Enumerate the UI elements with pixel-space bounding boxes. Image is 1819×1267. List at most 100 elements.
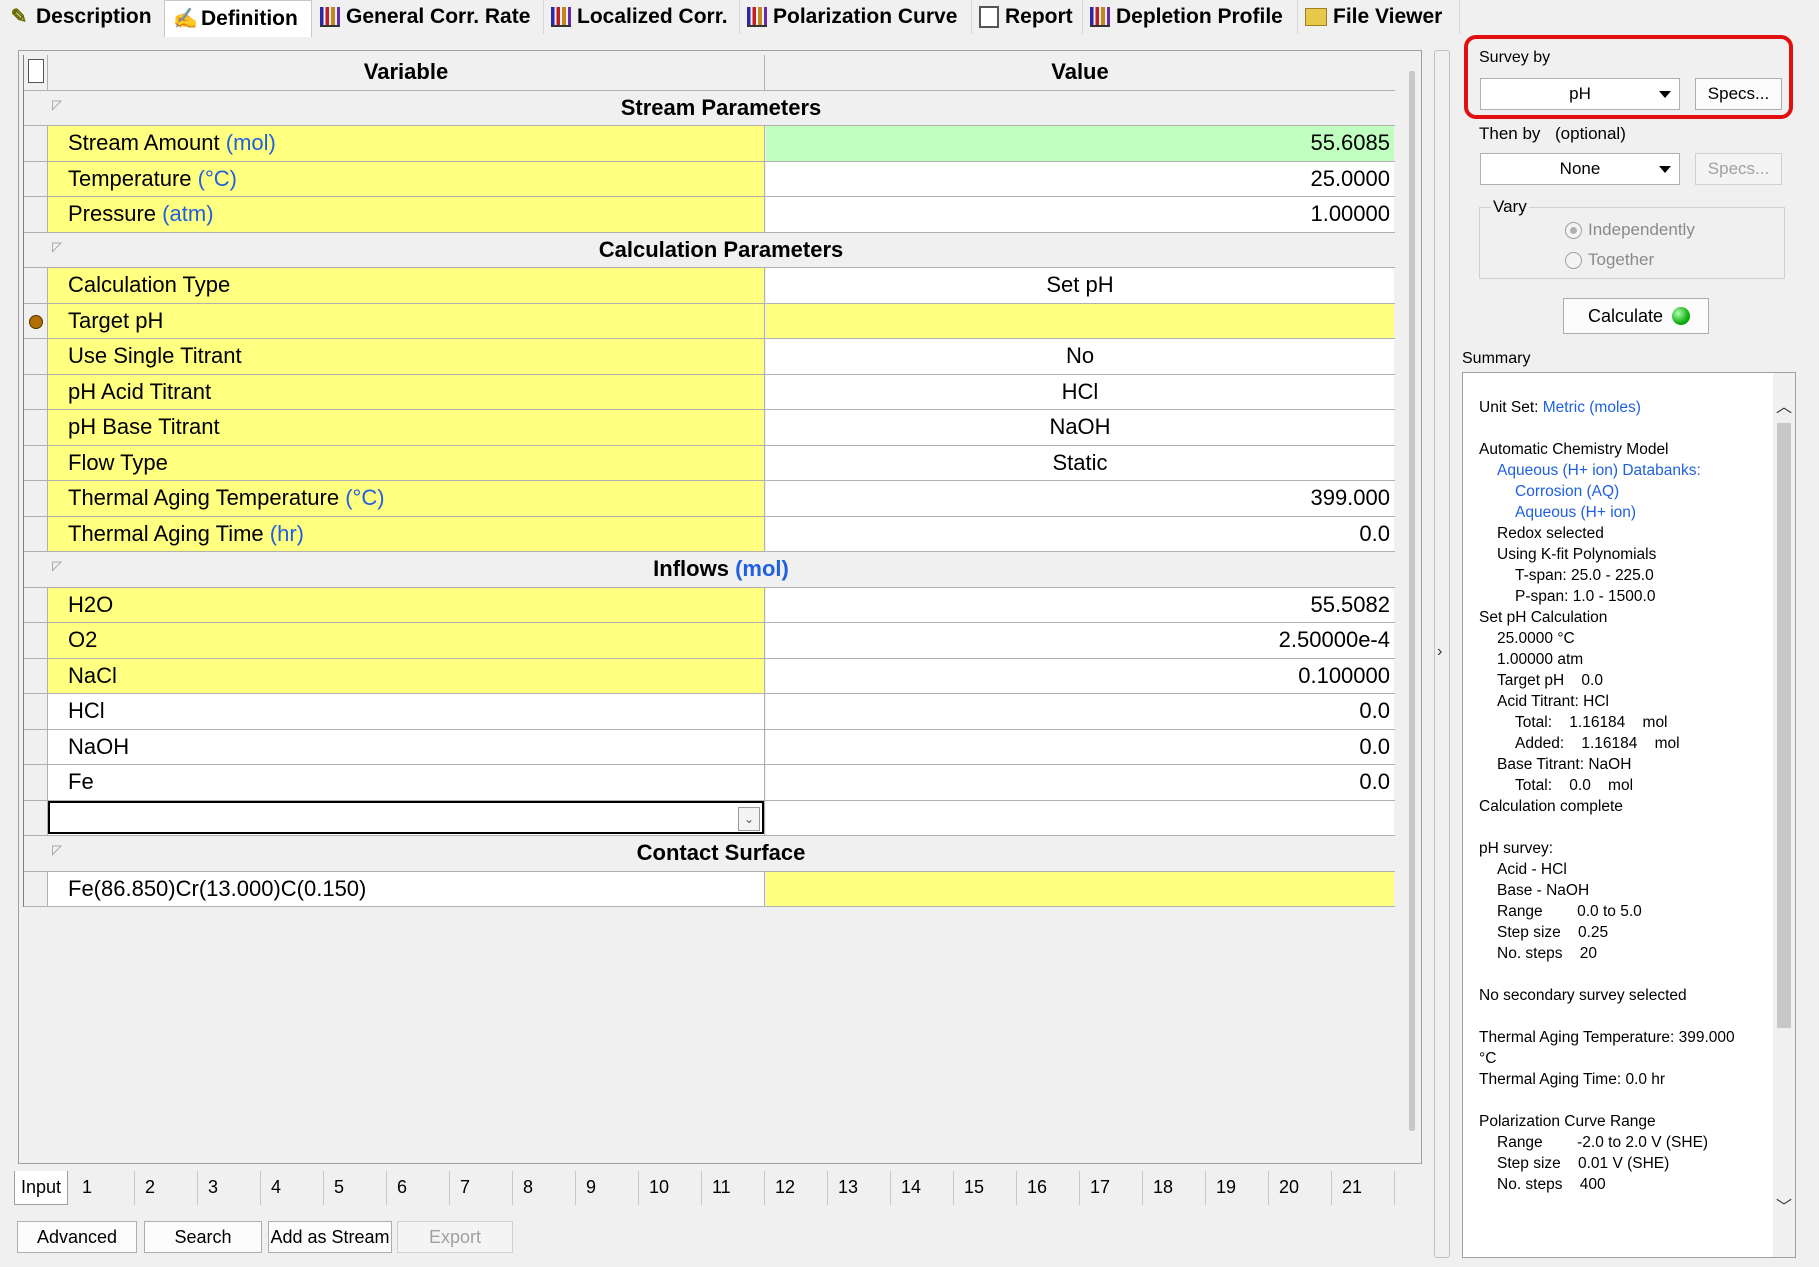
tab-general-corr-rate[interactable]: General Corr. Rate bbox=[312, 0, 544, 34]
row-selector[interactable] bbox=[24, 765, 48, 800]
row-selector[interactable] bbox=[24, 445, 48, 480]
subtab-7[interactable]: 7 bbox=[450, 1171, 513, 1205]
grid-row-fe[interactable]: Fe 0.0 bbox=[24, 765, 1395, 801]
subtab-11[interactable]: 11 bbox=[702, 1171, 765, 1205]
subtab-input[interactable]: Input bbox=[14, 1171, 68, 1205]
then-by-select[interactable]: None bbox=[1480, 153, 1680, 185]
subtab-1[interactable]: 1 bbox=[72, 1171, 135, 1205]
independently-radio[interactable] bbox=[1565, 222, 1582, 239]
tab-depletion-profile[interactable]: Depletion Profile bbox=[1082, 0, 1298, 34]
then-by-specs-button[interactable]: Specs... bbox=[1695, 153, 1782, 185]
chevron-right-icon[interactable]: › bbox=[1437, 643, 1442, 661]
grid-row-thermal-aging-time[interactable]: Thermal Aging Time (hr) 0.0 bbox=[24, 516, 1395, 552]
row-selector[interactable] bbox=[24, 587, 48, 622]
subtab-9[interactable]: 9 bbox=[576, 1171, 639, 1205]
subtab-17[interactable]: 17 bbox=[1080, 1171, 1143, 1205]
value-cell[interactable] bbox=[766, 303, 1394, 338]
value-cell[interactable] bbox=[766, 800, 1394, 835]
subtab-12[interactable]: 12 bbox=[765, 1171, 828, 1205]
tab-polarization-curve[interactable]: Polarization Curve bbox=[739, 0, 972, 34]
survey-by-select[interactable]: pH bbox=[1480, 78, 1680, 110]
row-selector[interactable] bbox=[24, 268, 48, 303]
add-as-stream-button[interactable]: Add as Stream bbox=[268, 1221, 392, 1253]
row-selector[interactable] bbox=[24, 410, 48, 445]
scroll-up-icon[interactable]: ︿ bbox=[1776, 393, 1792, 417]
tab-report[interactable]: Report bbox=[971, 0, 1083, 34]
value-cell[interactable]: 0.0 bbox=[766, 729, 1394, 764]
grid-row-target-ph[interactable]: Target pH bbox=[24, 303, 1395, 339]
subtab-8[interactable]: 8 bbox=[513, 1171, 576, 1205]
grid-row-ph-base-titrant[interactable]: pH Base Titrant NaOH bbox=[24, 410, 1395, 446]
value-cell[interactable]: No bbox=[766, 339, 1394, 374]
tab-file-viewer[interactable]: File Viewer bbox=[1297, 0, 1460, 34]
tab-definition[interactable]: ✍ Definition bbox=[164, 0, 312, 37]
value-cell[interactable]: 55.5082 bbox=[766, 587, 1394, 622]
column-header-value[interactable]: Value bbox=[766, 55, 1394, 90]
subtab-21[interactable]: 21 bbox=[1332, 1171, 1395, 1205]
value-cell[interactable]: 1.00000 bbox=[766, 197, 1394, 232]
row-selector[interactable] bbox=[24, 516, 48, 551]
subtab-6[interactable]: 6 bbox=[387, 1171, 450, 1205]
grid-row-use-single-titrant[interactable]: Use Single Titrant No bbox=[24, 339, 1395, 375]
together-radio[interactable] bbox=[1565, 252, 1582, 269]
grid-row-flow-type[interactable]: Flow Type Static bbox=[24, 445, 1395, 481]
row-selector[interactable] bbox=[24, 161, 48, 196]
species-combo-input[interactable]: ⌄ bbox=[48, 800, 764, 834]
value-cell[interactable]: 0.0 bbox=[766, 516, 1394, 551]
row-selector[interactable] bbox=[24, 126, 48, 161]
chevron-down-icon[interactable]: ⌄ bbox=[738, 806, 760, 831]
value-cell[interactable]: 0.0 bbox=[766, 765, 1394, 800]
row-selector[interactable] bbox=[24, 197, 48, 232]
value-cell[interactable]: Static bbox=[766, 445, 1394, 480]
value-cell[interactable]: HCl bbox=[766, 374, 1394, 409]
row-selector[interactable] bbox=[24, 481, 48, 516]
row-selector[interactable] bbox=[24, 339, 48, 374]
subtab-15[interactable]: 15 bbox=[954, 1171, 1017, 1205]
search-button[interactable]: Search bbox=[144, 1221, 262, 1253]
tab-localized-corr[interactable]: Localized Corr. bbox=[543, 0, 740, 34]
value-cell[interactable]: 2.50000e-4 bbox=[766, 623, 1394, 658]
section-calculation-parameters[interactable]: ◸ Calculation Parameters bbox=[24, 232, 1395, 268]
value-cell[interactable]: Set pH bbox=[766, 268, 1394, 303]
survey-specs-button[interactable]: Specs... bbox=[1695, 78, 1782, 110]
value-cell[interactable]: NaOH bbox=[766, 410, 1394, 445]
row-selector[interactable] bbox=[24, 694, 48, 729]
column-header-variable[interactable]: Variable bbox=[48, 55, 765, 90]
panel-splitter[interactable]: › bbox=[1434, 50, 1450, 1258]
grid-row-contact-surface[interactable]: Fe(86.850)Cr(13.000)C(0.150) bbox=[24, 871, 1395, 907]
grid-row-thermal-aging-temperature[interactable]: Thermal Aging Temperature (°C) 399.000 bbox=[24, 481, 1395, 517]
select-all-cell[interactable] bbox=[24, 55, 48, 90]
subtab-18[interactable]: 18 bbox=[1143, 1171, 1206, 1205]
section-contact-surface[interactable]: ◸ Contact Surface bbox=[24, 836, 1395, 872]
grid-row-nacl[interactable]: NaCl 0.100000 bbox=[24, 658, 1395, 694]
subtab-3[interactable]: 3 bbox=[198, 1171, 261, 1205]
advanced-button[interactable]: Advanced bbox=[17, 1221, 137, 1253]
subtab-10[interactable]: 10 bbox=[639, 1171, 702, 1205]
tab-description[interactable]: ✎ Description bbox=[0, 0, 165, 34]
subtab-14[interactable]: 14 bbox=[891, 1171, 954, 1205]
row-selector[interactable] bbox=[24, 374, 48, 409]
subtab-4[interactable]: 4 bbox=[261, 1171, 324, 1205]
row-selector[interactable] bbox=[24, 729, 48, 764]
subtab-5[interactable]: 5 bbox=[324, 1171, 387, 1205]
value-cell[interactable] bbox=[766, 871, 1394, 906]
subtab-19[interactable]: 19 bbox=[1206, 1171, 1269, 1205]
grid-row-pressure[interactable]: Pressure (atm) 1.00000 bbox=[24, 197, 1395, 233]
export-button[interactable]: Export bbox=[397, 1221, 513, 1253]
row-selector[interactable] bbox=[24, 623, 48, 658]
grid-row-calculation-type[interactable]: Calculation Type Set pH bbox=[24, 268, 1395, 304]
section-inflows[interactable]: ◸ Inflows (mol) bbox=[24, 552, 1395, 588]
row-selector[interactable] bbox=[24, 871, 48, 906]
row-selector[interactable] bbox=[24, 658, 48, 693]
value-cell[interactable]: 0.100000 bbox=[766, 658, 1394, 693]
subtab-2[interactable]: 2 bbox=[135, 1171, 198, 1205]
subtab-20[interactable]: 20 bbox=[1269, 1171, 1332, 1205]
grid-row-temperature[interactable]: Temperature (°C) 25.0000 bbox=[24, 161, 1395, 197]
grid-row-hcl[interactable]: HCl 0.0 bbox=[24, 694, 1395, 730]
grid-row-naoh[interactable]: NaOH 0.0 bbox=[24, 729, 1395, 765]
grid-vertical-scrollbar[interactable] bbox=[1409, 71, 1415, 1131]
section-stream-parameters[interactable]: ◸ Stream Parameters bbox=[24, 90, 1395, 126]
summary-scrollbar[interactable]: ︿ ﹀ bbox=[1773, 373, 1795, 1257]
grid-row-new-species[interactable]: ⌄ bbox=[24, 800, 1395, 836]
grid-row-ph-acid-titrant[interactable]: pH Acid Titrant HCl bbox=[24, 374, 1395, 410]
